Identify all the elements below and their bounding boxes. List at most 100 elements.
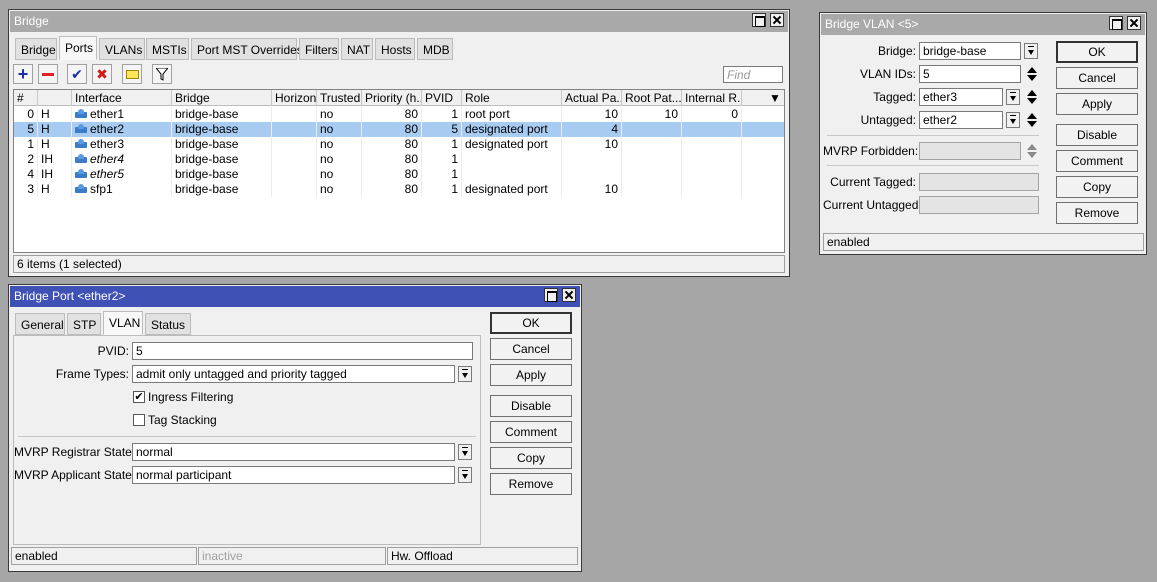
tab-port-mst-overrides[interactable]: Port MST Overrides (191, 38, 303, 60)
ok-button[interactable]: OK (1056, 41, 1138, 63)
maximize-icon[interactable] (752, 13, 766, 27)
frame-types-field[interactable]: admit only untagged and priority tagged (132, 365, 455, 383)
col-num[interactable]: # (14, 90, 38, 106)
tab-nat[interactable]: NAT (341, 38, 373, 60)
col-priority[interactable]: Priority (h... (362, 90, 422, 106)
tab-mstis[interactable]: MSTIs (146, 38, 189, 60)
tab-filters[interactable]: Filters (299, 38, 339, 60)
col-interface[interactable]: Interface (72, 90, 172, 106)
comment-icon[interactable] (122, 64, 142, 84)
mvrp-forbidden-field[interactable] (919, 142, 1021, 160)
table-row[interactable]: 4 IH ether5 bridge-base no 80 1 (14, 167, 784, 182)
apply-button[interactable]: Apply (1056, 93, 1138, 115)
vlan-ids-field[interactable]: 5 (919, 65, 1021, 83)
tab-hosts[interactable]: Hosts (375, 38, 415, 60)
bridge-dropdown-icon[interactable] (1024, 43, 1038, 59)
table-row[interactable]: 0 Hether1 bridge-base no 80 1 root port 10 10 0 (14, 107, 784, 122)
remove-icon[interactable] (38, 64, 58, 84)
copy-button[interactable]: Copy (1056, 176, 1138, 198)
mvrp-registrar-dropdown-icon[interactable] (458, 444, 472, 460)
separator (18, 436, 476, 437)
disable-button[interactable]: Disable (490, 395, 572, 417)
table-row[interactable]: 2 IH ether4 bridge-base no 80 1 (14, 152, 784, 167)
cancel-button[interactable]: Cancel (490, 338, 572, 360)
tab-vlan[interactable]: VLAN (103, 311, 143, 335)
bridge-port-titlebar[interactable]: Bridge Port <ether2> (10, 286, 580, 307)
col-pvid[interactable]: PVID (422, 90, 462, 106)
table-row[interactable]: 1 Hether3 bridge-base no 80 1 designated port 1… (14, 137, 784, 152)
mvrp-applicant-field[interactable]: normal participant (132, 466, 455, 484)
close-icon[interactable] (770, 13, 784, 27)
maximize-icon[interactable] (544, 288, 558, 302)
col-actual-path-cost[interactable]: Actual Pa... (562, 90, 622, 106)
cell-flags: H (38, 137, 72, 152)
untagged-field[interactable]: ether2 (919, 111, 1003, 129)
mvrp-registrar-field[interactable]: normal (132, 443, 455, 461)
cell-role: designated port (462, 182, 562, 197)
col-trusted[interactable]: Trusted (317, 90, 362, 106)
col-bridge[interactable]: Bridge (172, 90, 272, 106)
tab-vlans[interactable]: VLANs (99, 38, 145, 60)
col-root-path-cost[interactable]: Root Pat... (622, 90, 682, 106)
bridge-vlan-titlebar[interactable]: Bridge VLAN <5> (821, 14, 1145, 35)
col-internal-root[interactable]: Internal R... (682, 90, 742, 106)
tab-ports[interactable]: Ports (59, 36, 97, 60)
cell-text: 3 (27, 182, 34, 196)
interface-icon (75, 154, 87, 164)
table-row[interactable]: 3 Hsfp1 bridge-base no 80 1 designated port 10 (14, 182, 784, 197)
pvid-label: PVID: (97, 344, 129, 358)
port-status-enabled: enabled (11, 547, 197, 565)
tab-general[interactable]: General (15, 313, 65, 335)
table-row[interactable]: 5 Hether2 bridge-base no 80 5 designated port 4 (14, 122, 784, 137)
close-icon[interactable] (562, 288, 576, 302)
frame-types-dropdown-icon[interactable] (458, 366, 472, 382)
remove-button[interactable]: Remove (490, 473, 572, 495)
cell-root (622, 137, 682, 152)
cell-actual (562, 167, 622, 182)
pvid-field[interactable]: 5 (132, 342, 473, 360)
close-icon[interactable] (1127, 16, 1141, 30)
col-horizon[interactable]: Horizon (272, 90, 317, 106)
col-flags[interactable] (38, 90, 72, 106)
separator (827, 135, 1039, 136)
apply-button[interactable]: Apply (490, 364, 572, 386)
tag-stacking-checkbox[interactable] (133, 414, 145, 426)
tab-mdb[interactable]: MDB (417, 38, 453, 60)
tagged-field[interactable]: ether3 (919, 88, 1003, 106)
cell-trusted: no (317, 182, 362, 197)
cell-text: 4 (611, 122, 618, 136)
col-role[interactable]: Role (462, 90, 562, 106)
mvrp-forbidden-updown-icon[interactable] (1026, 143, 1038, 159)
tagged-dropdown-icon[interactable] (1006, 89, 1020, 105)
ok-button[interactable]: OK (490, 312, 572, 334)
mvrp-applicant-dropdown-icon[interactable] (458, 467, 472, 483)
cell-role (462, 152, 562, 167)
disable-button[interactable]: Disable (1056, 124, 1138, 146)
maximize-icon[interactable] (1109, 16, 1123, 30)
tab-status[interactable]: Status (145, 313, 191, 335)
tagged-updown-icon[interactable] (1026, 89, 1038, 105)
interface-icon (75, 109, 87, 119)
add-icon[interactable]: + (13, 64, 33, 84)
untagged-dropdown-icon[interactable] (1006, 112, 1020, 128)
cell-text: 1 (451, 152, 458, 166)
vlan-ids-updown-icon[interactable] (1026, 66, 1038, 82)
bridge-window-titlebar[interactable]: Bridge (10, 11, 788, 32)
untagged-updown-icon[interactable] (1026, 112, 1038, 128)
vlan-bridge-field[interactable]: bridge-base (919, 42, 1021, 60)
column-menu-icon[interactable]: ▼ (766, 90, 784, 106)
ingress-filtering-checkbox[interactable]: ✔ (133, 391, 145, 403)
filter-icon[interactable] (152, 64, 172, 84)
find-input[interactable]: Find (723, 66, 783, 83)
comment-button[interactable]: Comment (490, 421, 572, 443)
remove-button[interactable]: Remove (1056, 202, 1138, 224)
cell-internal: 0 (682, 107, 742, 122)
tab-stp[interactable]: STP (67, 313, 101, 335)
copy-button[interactable]: Copy (490, 447, 572, 469)
cell-text: 1 (451, 167, 458, 181)
comment-button[interactable]: Comment (1056, 150, 1138, 172)
disable-x-icon[interactable]: ✖ (92, 64, 112, 84)
enable-check-icon[interactable]: ✔ (67, 64, 87, 84)
tab-bridge[interactable]: Bridge (15, 38, 57, 60)
cancel-button[interactable]: Cancel (1056, 67, 1138, 89)
